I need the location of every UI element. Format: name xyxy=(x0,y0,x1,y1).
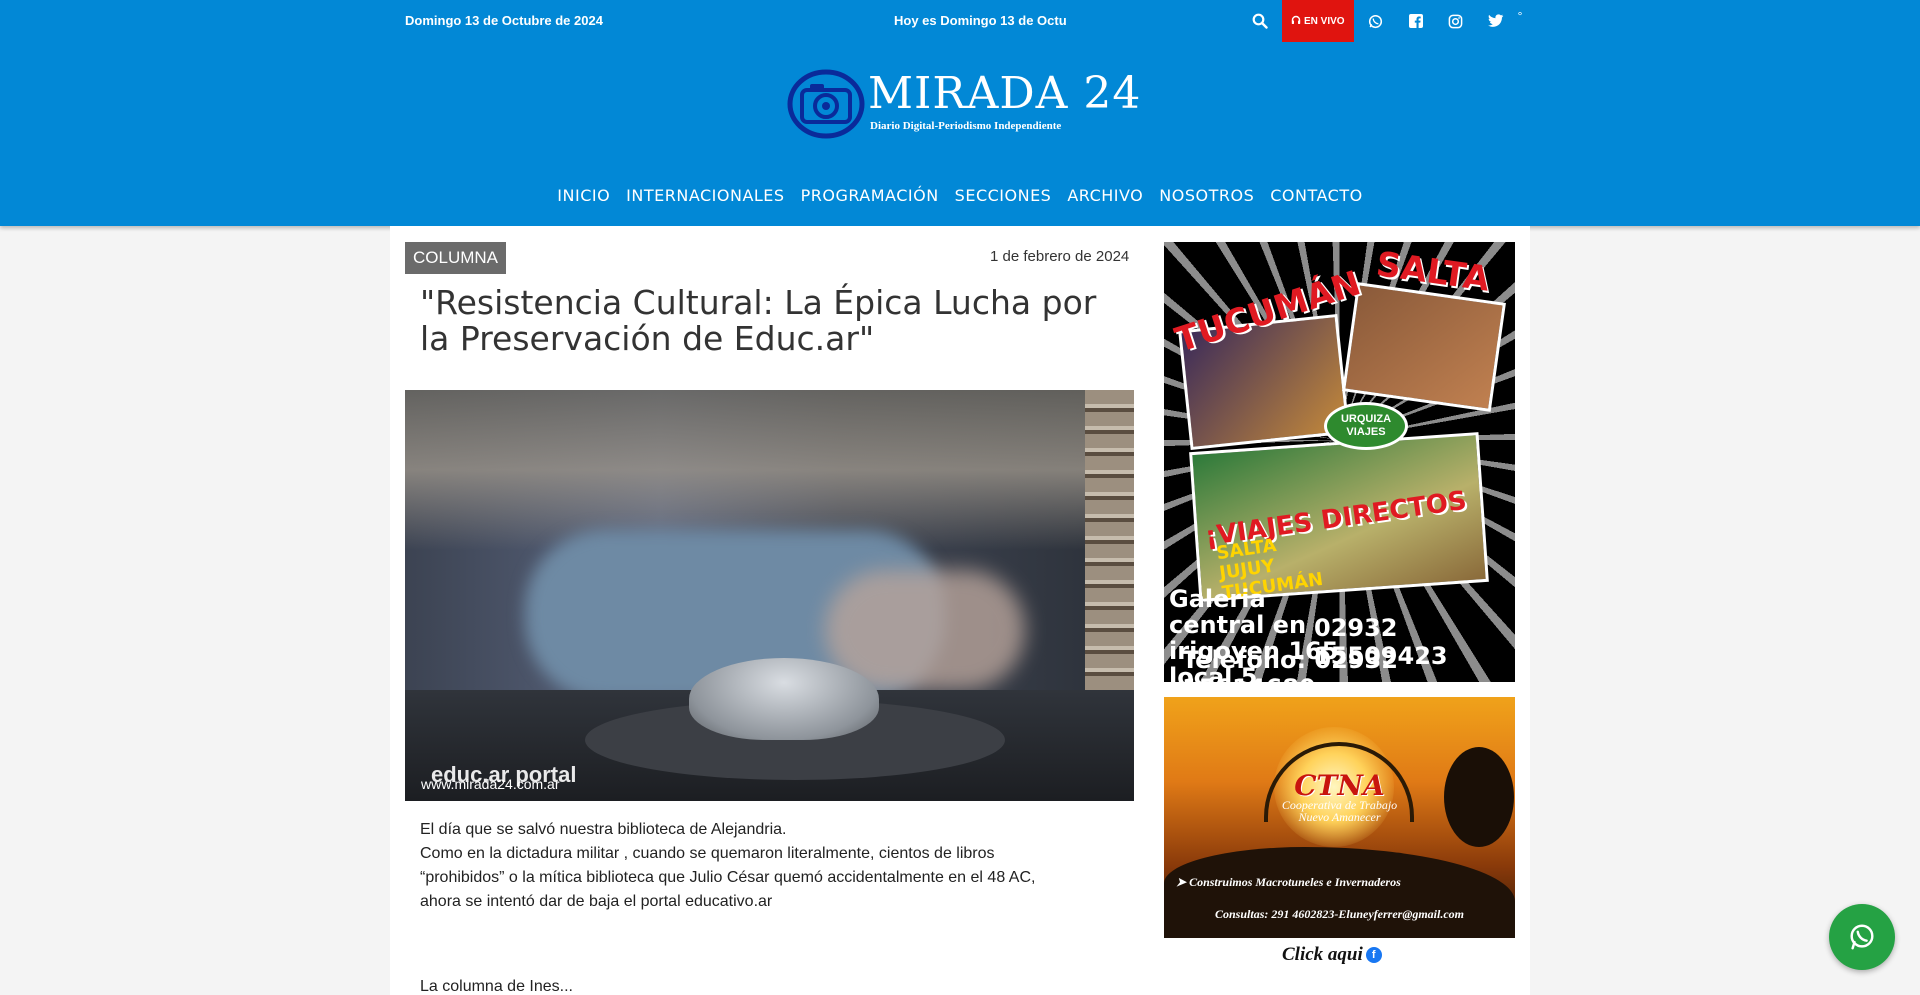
ad-badge: URQUIZA VIAJES xyxy=(1324,402,1408,450)
logo-subtitle: Diario Digital-Periodismo Independiente xyxy=(870,120,1062,132)
top-icons: EN VIVO ° xyxy=(1240,0,1522,42)
ad-phone-2: Telefono: 02932 15614680 xyxy=(1182,646,1398,682)
article-continuation: La columna de Ines... xyxy=(420,978,573,995)
search-icon[interactable] xyxy=(1240,0,1280,42)
article-body: El día que se salvó nuestra biblioteca d… xyxy=(420,818,1080,914)
whatsapp-icon[interactable] xyxy=(1356,0,1396,42)
twitter-icon[interactable] xyxy=(1476,0,1516,42)
weather-degree: ° xyxy=(1517,9,1523,23)
post-date: 1 de febrero de 2024 xyxy=(990,248,1130,265)
site-header: Domingo 13 de Octubre de 2024 Hoy es Dom… xyxy=(0,0,1920,226)
nav-item-archivo[interactable]: ARCHIVO xyxy=(1067,186,1143,205)
category-badge[interactable]: COLUMNA xyxy=(405,242,507,274)
top-bar: Domingo 13 de Octubre de 2024 Hoy es Dom… xyxy=(0,0,1920,42)
ad-coop-line: Nuevo Amanecer xyxy=(1298,810,1381,824)
arrow-icon: ➤ xyxy=(1176,875,1190,889)
nav-item-secciones[interactable]: SECCIONES xyxy=(955,186,1052,205)
ad-urquiza-viajes[interactable]: TUCUMÁN SALTA URQUIZA VIAJES ¡VIAJES DIR… xyxy=(1164,242,1515,682)
paragraph: El día que se salvó nuestra biblioteca d… xyxy=(420,821,787,838)
main-nav: INICIO INTERNACIONALES PROGRAMACIÓN SECC… xyxy=(0,186,1920,205)
ad-ctna-contact: Consultas: 291 4602823-Eluneyferrer@gmai… xyxy=(1215,907,1464,921)
image-watermark-url: www.mirada24.com.ar xyxy=(421,776,560,792)
date-ticker: Hoy es Domingo 13 de Octu xyxy=(894,13,1067,28)
click-aqui-label: Click aqui xyxy=(1282,944,1363,965)
paragraph: ahora se intentó dar de baja el portal e… xyxy=(420,893,773,910)
instagram-icon[interactable] xyxy=(1436,0,1476,42)
ad-ctna-tagline: ➤ Construimos Macrotuneles e Invernadero… xyxy=(1176,875,1401,889)
facebook-icon: f xyxy=(1365,947,1382,963)
live-label: EN VIVO xyxy=(1304,15,1345,27)
nav-item-internacionales[interactable]: INTERNACIONALES xyxy=(626,186,784,205)
whatsapp-float-button[interactable] xyxy=(1829,904,1895,970)
nav-item-contacto[interactable]: CONTACTO xyxy=(1270,186,1362,205)
ad-ctna-coop: Cooperativa de Trabajo Nuevo Amanecer xyxy=(1164,799,1515,823)
nav-item-nosotros[interactable]: NOSOTROS xyxy=(1159,186,1254,205)
live-radio-button[interactable]: EN VIVO xyxy=(1282,0,1354,42)
article-hero-image: educ.ar portal www.mirada24.com.ar xyxy=(405,390,1134,801)
logo-title: MIRADA 24 xyxy=(868,68,1142,119)
camera-logo-icon xyxy=(787,69,865,139)
ad-ctna[interactable]: CTNA Cooperativa de Trabajo Nuevo Amanec… xyxy=(1164,697,1515,938)
mouse-image xyxy=(689,658,879,740)
current-date: Domingo 13 de Octubre de 2024 xyxy=(405,13,603,28)
site-logo[interactable]: MIRADA 24 Diario Digital-Periodismo Inde… xyxy=(786,68,1140,140)
facebook-icon[interactable] xyxy=(1396,0,1436,42)
nav-item-inicio[interactable]: INICIO xyxy=(557,186,610,205)
paragraph: Como en la dictadura militar , cuando se… xyxy=(420,845,1036,886)
whatsapp-icon xyxy=(1850,924,1874,950)
nav-item-programacion[interactable]: PROGRAMACIÓN xyxy=(801,186,939,205)
headphones-icon xyxy=(1291,15,1301,28)
click-aqui-link[interactable]: Click aqui f xyxy=(1282,944,1382,966)
article-title: "Resistencia Cultural: La Épica Lucha po… xyxy=(420,283,1097,358)
